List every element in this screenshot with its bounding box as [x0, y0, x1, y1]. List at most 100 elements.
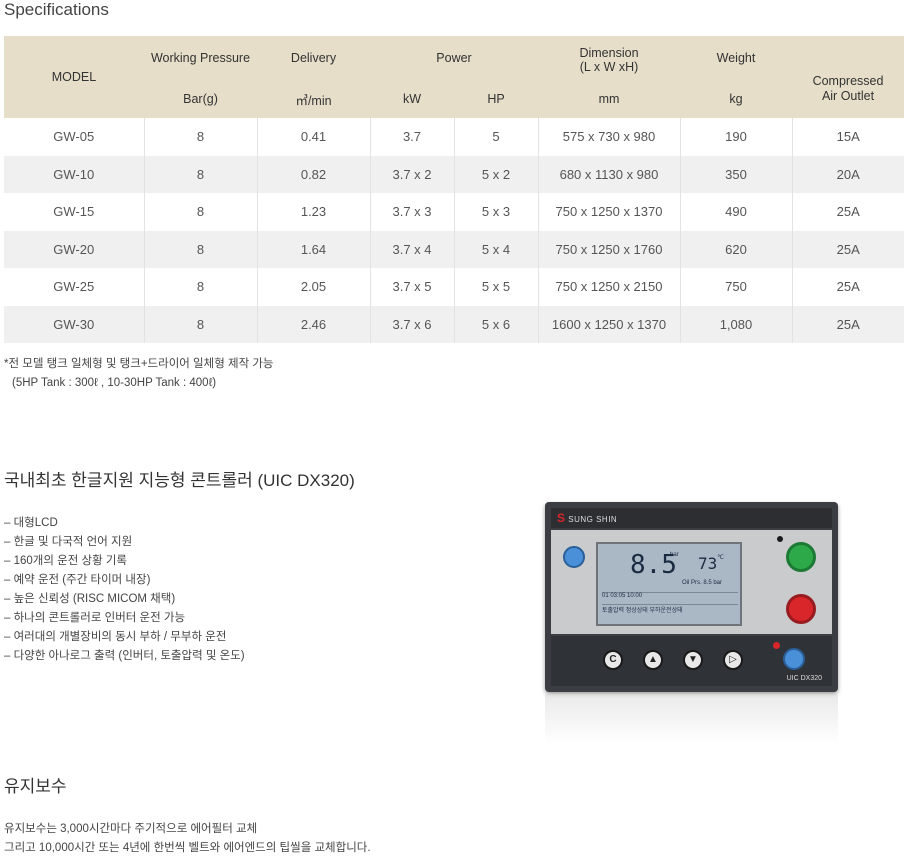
enter-key-icon: ▷ — [723, 650, 743, 670]
table-cell: GW-30 — [4, 305, 145, 343]
controller-device-image: S SUNG SHIN 8.5 bar 73℃ Oil Prs. 8.5 bar… — [545, 502, 838, 744]
table-row: GW-15 8 1.23 3.7 x 35 x 3 750 x 1250 x 1370 4… — [4, 193, 904, 231]
table-cell: GW-05 — [4, 118, 145, 156]
table-cell: 8 — [144, 118, 258, 156]
controller-feature-list: – 대형LCD – 한글 및 다국적 언어 지원 – 160개의 운전 상황 기록 –… — [4, 514, 245, 666]
table-cell: 1,080 — [680, 305, 793, 343]
device-brand-logo: S SUNG SHIN — [557, 511, 617, 525]
header-dimension-line2: (L x W xH) — [579, 60, 639, 74]
header-outlet-line1: Compressed — [812, 74, 884, 88]
table-cell: 3.7 — [370, 118, 455, 156]
table-cell: 750 x 1250 x 1760 — [538, 230, 681, 268]
table-cell: 8 — [144, 268, 258, 306]
unit-weight: kg — [680, 80, 792, 118]
brand-s-icon: S — [557, 511, 566, 525]
note-line2: (5HP Tank : 300ℓ , 10-30HP Tank : 400ℓ) — [12, 377, 217, 389]
table-cell: 3.7 x 4 — [370, 230, 455, 268]
device-lcd: 8.5 bar 73℃ Oil Prs. 8.5 bar 01 03:05 10… — [596, 542, 742, 626]
table-cell: 5 x 2 — [454, 155, 539, 193]
table-cell: 750 — [680, 268, 793, 306]
table-cell: 620 — [680, 230, 793, 268]
table-cell: 750 x 1250 x 2150 — [538, 268, 681, 306]
table-cell: 2.46 — [257, 305, 371, 343]
up-key-icon: ▲ — [643, 650, 663, 670]
table-cell: 25A — [792, 230, 904, 268]
list-item: – 예약 운전 (주간 타이머 내장) — [4, 574, 151, 586]
header-compressed-air-outlet: Compressed Air Outlet — [792, 36, 904, 118]
ok-button-icon — [783, 648, 805, 670]
table-cell: 3.7 x 6 — [370, 305, 455, 343]
header-delivery: Delivery — [257, 36, 370, 80]
header-dimension: Dimension (L x W xH) — [538, 36, 680, 80]
table-cell: 8 — [144, 155, 258, 193]
list-item: – 대형LCD — [4, 517, 58, 529]
header-outlet-line2: Air Outlet — [821, 89, 875, 103]
lcd-pressure-unit: bar — [670, 552, 679, 558]
down-key-icon: ▼ — [683, 650, 703, 670]
specifications-table: MODEL Working Pressure Delivery Power Di… — [4, 36, 904, 343]
table-cell: 15A — [836, 129, 860, 145]
unit-dimension: mm — [538, 80, 680, 118]
maintenance-title: 유지보수 — [4, 777, 67, 796]
lcd-temperature-unit: ℃ — [717, 554, 725, 561]
specifications-title: Specifications — [4, 0, 109, 19]
unit-delivery: ㎥/min — [257, 80, 370, 118]
table-cell: GW-20 — [4, 230, 145, 268]
table-row: GW-30 8 2.46 3.7 x 65 x 6 1600 x 1250 x 1370… — [4, 305, 904, 343]
list-item: – 한글 및 다국적 언어 지원 — [4, 536, 133, 548]
header-power: Power — [370, 36, 538, 80]
table-row: GW-05 8 0.41 3.7 5 575 x 730 x 980 190 15A — [4, 118, 904, 156]
table-cell: 0.41 — [257, 118, 371, 156]
lcd-time-row: 01 03:05 10:00 — [602, 592, 738, 599]
list-item: – 여러대의 개별장비의 동시 부하 / 무부하 운전 — [4, 631, 227, 643]
table-cell: 8 — [144, 305, 258, 343]
table-cell: 25A — [836, 204, 860, 220]
list-item: – 다양한 아나로그 출력 (인버터, 토출압력 및 온도) — [4, 650, 245, 662]
list-item: – 높은 신뢰성 (RISC MICOM 채택) — [4, 593, 176, 605]
table-cell: 1.23 — [257, 193, 371, 231]
controller-title: 국내최초 한글지원 지능형 콘트롤러 (UIC DX320) — [4, 471, 355, 490]
table-cell: 750 x 1250 x 1370 — [538, 193, 681, 231]
table-cell: 490 — [680, 193, 793, 231]
table-cell: 25A — [836, 279, 860, 295]
table-cell: GW-10 — [4, 155, 145, 193]
table-row: GW-20 8 1.64 3.7 x 45 x 4 750 x 1250 x 1760 6… — [4, 230, 904, 268]
list-item: – 하나의 콘트롤러로 인버터 운전 가능 — [4, 612, 186, 624]
table-body: GW-05 8 0.41 3.7 5 575 x 730 x 980 190 15A GW-10… — [4, 118, 904, 343]
table-cell: 5 — [454, 118, 539, 156]
table-row: GW-25 8 2.05 3.7 x 55 x 5 750 x 1250 x 2150 7… — [4, 268, 904, 306]
device-top-bar: S SUNG SHIN — [551, 508, 832, 528]
maintenance-line1: 유지보수는 3,000시간마다 주기적으로 에어필터 교체 — [4, 823, 258, 835]
header-model: MODEL — [4, 36, 144, 118]
table-cell: 5 x 4 — [454, 230, 539, 268]
header-working-pressure: Working Pressure — [144, 36, 257, 80]
table-cell: 680 x 1130 x 980 — [538, 155, 681, 193]
device-keypad: C ▲ ▼ ▷ UIC DX320 — [551, 636, 832, 686]
lcd-temperature: 73℃ — [698, 554, 724, 573]
device-panel: 8.5 bar 73℃ Oil Prs. 8.5 bar 01 03:05 10… — [551, 530, 832, 634]
maintenance-line2: 그리고 10,000시간 또는 4년에 한번씩 벨트와 에어엔드의 팁씰을 교체… — [4, 842, 371, 854]
table-cell: 5 x 3 — [454, 193, 539, 231]
table-cell: 1.64 — [257, 230, 371, 268]
table-cell: 20A — [792, 155, 904, 193]
table-cell: 8 — [144, 193, 258, 231]
unit-pressure: Bar(g) — [144, 80, 257, 118]
table-cell: 5 x 6 — [454, 305, 539, 343]
lcd-status-row: 토출압력 정상상태 부하운전상태 — [602, 604, 738, 614]
unit-kw: kW — [370, 80, 454, 118]
spec-note: *전 모델 탱크 일체형 및 탱크+드라이어 일체형 제작 가능 (5HP Ta… — [4, 355, 274, 393]
status-led-icon — [777, 536, 783, 542]
table-cell: 2.05 — [257, 268, 371, 306]
table-cell: 190 — [680, 118, 793, 156]
list-item: – 160개의 운전 상황 기록 — [4, 555, 128, 567]
device-reflection — [545, 694, 838, 744]
device-model-tag: UIC DX320 — [786, 675, 822, 682]
start-button-icon — [786, 542, 816, 572]
maintenance-text: 유지보수는 3,000시간마다 주기적으로 에어필터 교체 그리고 10,000… — [4, 820, 371, 858]
lcd-oil-pressure: Oil Prs. 8.5 bar — [682, 580, 723, 586]
table-cell: 3.7 x 3 — [370, 193, 455, 231]
table-cell: GW-15 — [4, 193, 145, 231]
note-line1: *전 모델 탱크 일체형 및 탱크+드라이어 일체형 제작 가능 — [4, 358, 274, 370]
lcd-temperature-value: 73 — [698, 554, 718, 573]
cancel-key-icon: C — [603, 650, 623, 670]
